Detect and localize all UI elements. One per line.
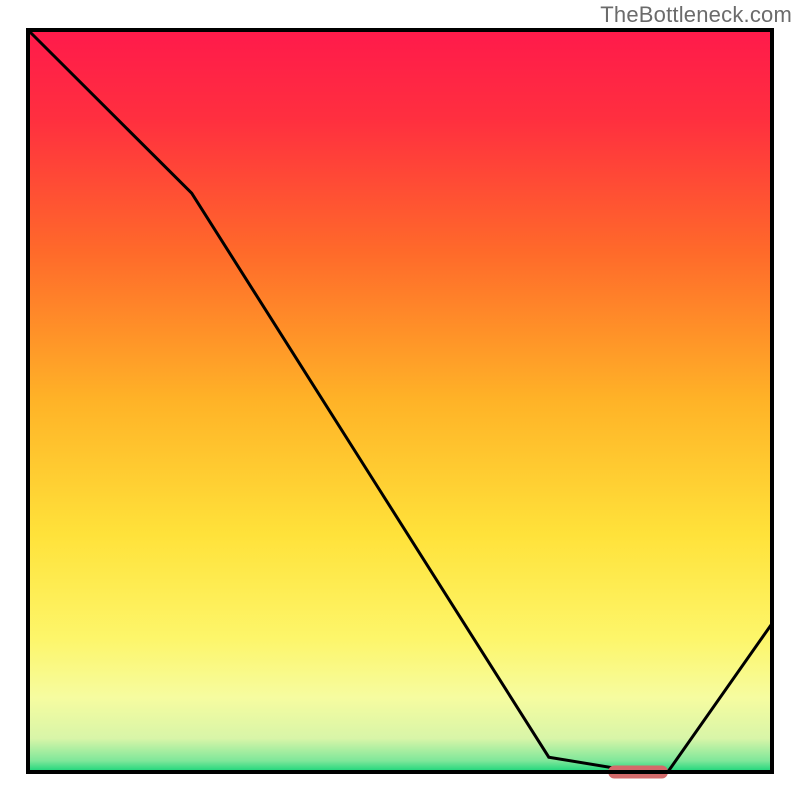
watermark-text: TheBottleneck.com — [600, 2, 792, 28]
chart-container: TheBottleneck.com — [0, 0, 800, 800]
bottleneck-chart — [0, 0, 800, 800]
